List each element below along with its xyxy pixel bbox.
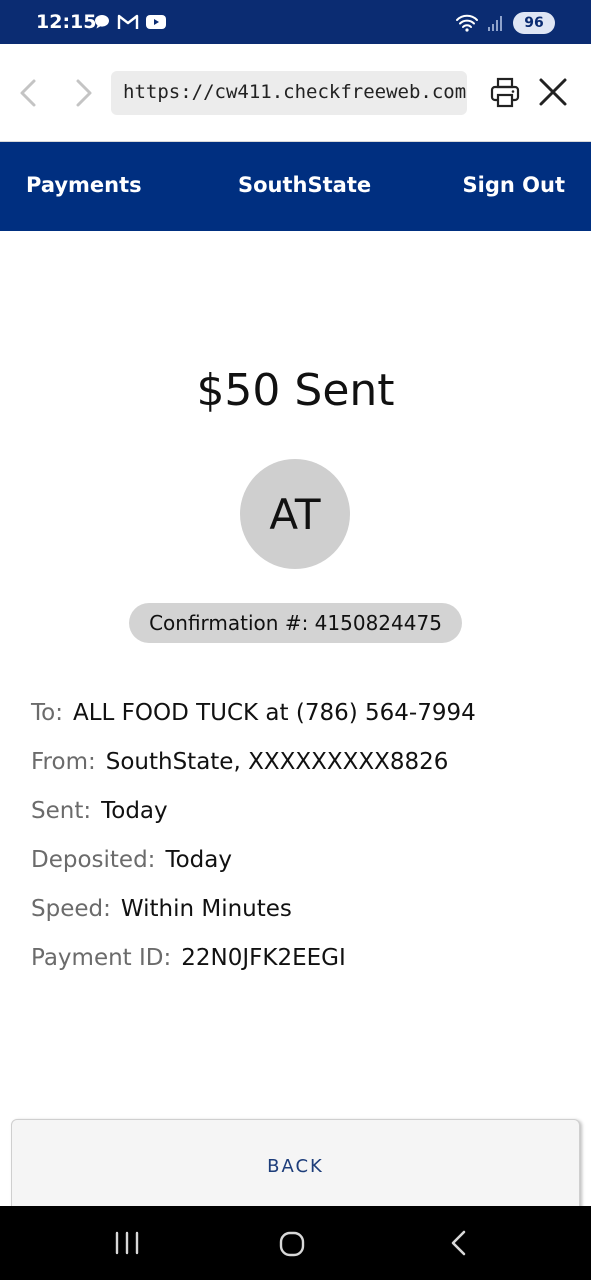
detail-value: 22N0JFK2EEGI bbox=[181, 945, 346, 971]
app-nav: Payments SouthState Sign Out bbox=[0, 142, 591, 231]
confirmation-badge: Confirmation #: 4150824475 bbox=[129, 603, 462, 643]
detail-value: Today bbox=[101, 798, 168, 824]
battery-icon: 96 bbox=[513, 12, 555, 34]
url-field[interactable]: https://cw411.checkfreeweb.com/... bbox=[111, 71, 467, 115]
detail-label: Deposited: bbox=[31, 847, 156, 873]
system-status-icons: 96 bbox=[455, 12, 555, 34]
detail-row-speed: Speed: Within Minutes bbox=[31, 896, 476, 945]
status-time: 12:15 bbox=[36, 11, 97, 33]
detail-row-sent: Sent: Today bbox=[31, 798, 476, 847]
signal-icon bbox=[488, 16, 502, 31]
payment-amount-title: $50 Sent bbox=[196, 365, 395, 416]
detail-label: To: bbox=[31, 700, 63, 726]
nav-bank-name[interactable]: SouthState bbox=[238, 173, 371, 197]
nav-payments[interactable]: Payments bbox=[26, 173, 142, 197]
detail-row-to: To: ALL FOOD TUCK at (786) 564-7994 bbox=[31, 700, 476, 749]
sign-out-link[interactable]: Sign Out bbox=[463, 173, 565, 197]
browser-back-icon[interactable] bbox=[14, 76, 42, 110]
detail-value: Within Minutes bbox=[120, 896, 292, 922]
detail-label: Speed: bbox=[31, 896, 111, 922]
browser-toolbar: https://cw411.checkfreeweb.com/... bbox=[0, 44, 591, 142]
chat-icon bbox=[95, 15, 109, 29]
browser-forward-icon[interactable] bbox=[70, 76, 98, 110]
recipient-avatar: AT bbox=[240, 459, 350, 569]
close-icon[interactable] bbox=[536, 75, 570, 109]
gmail-icon bbox=[117, 14, 139, 29]
home-icon[interactable] bbox=[279, 1231, 305, 1257]
notification-icons bbox=[93, 13, 167, 31]
system-back-icon[interactable] bbox=[448, 1228, 468, 1258]
detail-row-payment-id: Payment ID: 22N0JFK2EEGI bbox=[31, 945, 476, 994]
detail-label: Payment ID: bbox=[31, 945, 172, 971]
back-button[interactable]: BACK bbox=[11, 1119, 580, 1219]
detail-label: From: bbox=[31, 749, 96, 775]
system-nav-bar bbox=[0, 1206, 591, 1280]
wifi-icon bbox=[456, 14, 478, 32]
recents-icon[interactable] bbox=[114, 1228, 140, 1258]
detail-label: Sent: bbox=[31, 798, 92, 824]
youtube-icon bbox=[146, 15, 166, 29]
detail-value: Today bbox=[165, 847, 232, 873]
detail-row-deposited: Deposited: Today bbox=[31, 847, 476, 896]
detail-value: ALL FOOD TUCK at (786) 564-7994 bbox=[72, 700, 476, 726]
detail-row-from: From: SouthState, XXXXXXXXX8826 bbox=[31, 749, 476, 798]
detail-value: SouthState, XXXXXXXXX8826 bbox=[105, 749, 449, 775]
status-bar: 12:15 96 bbox=[0, 0, 591, 44]
print-icon[interactable] bbox=[489, 76, 523, 110]
payment-details: To: ALL FOOD TUCK at (786) 564-7994 From:… bbox=[31, 700, 476, 994]
